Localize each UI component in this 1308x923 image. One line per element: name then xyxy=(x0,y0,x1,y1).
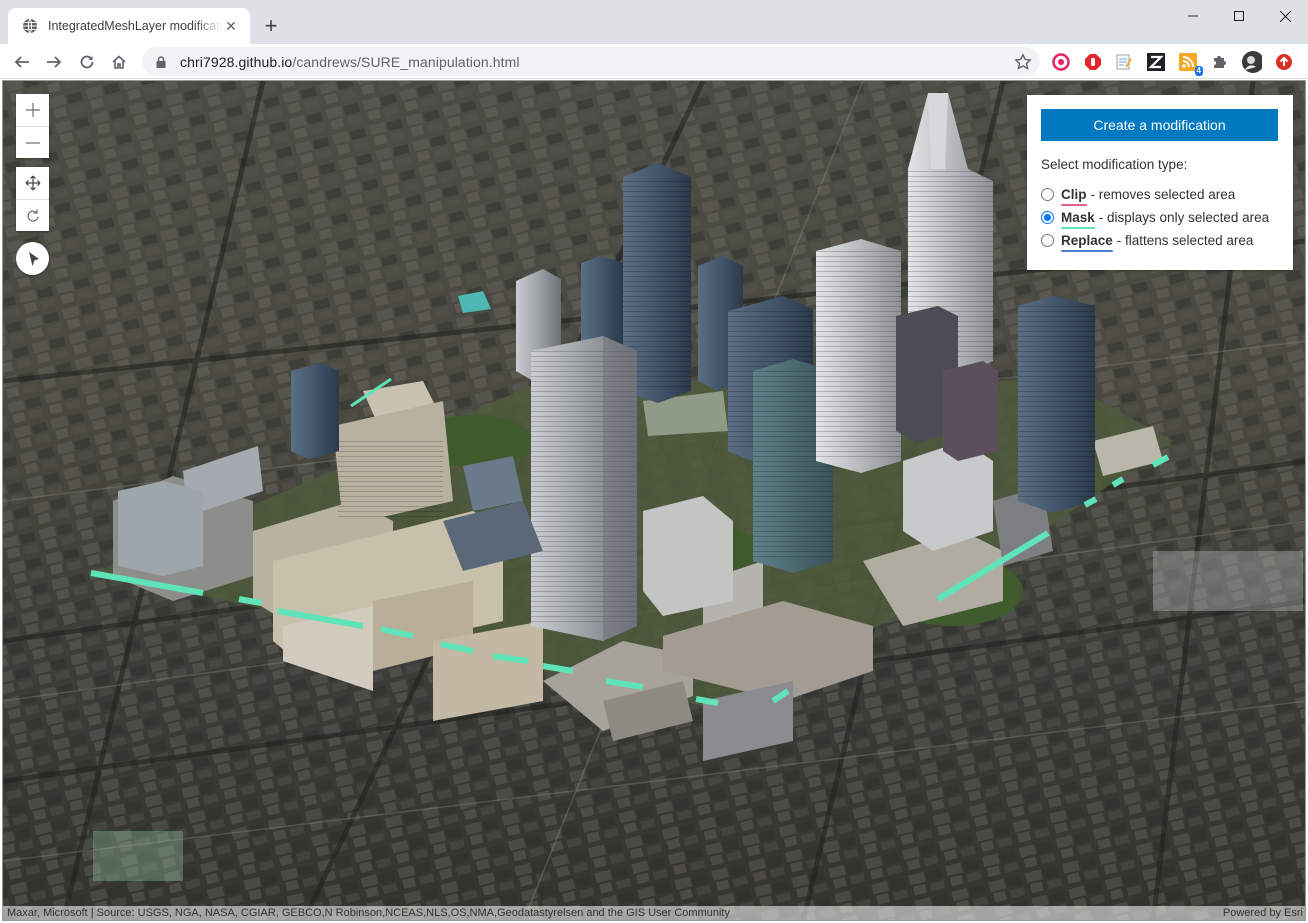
rss-icon[interactable]: 4 xyxy=(1178,52,1203,76)
reload-icon[interactable] xyxy=(73,48,101,76)
extension-badge: 4 xyxy=(1194,66,1203,76)
puzzle-extensions-icon[interactable] xyxy=(1210,52,1230,72)
pan-button[interactable] xyxy=(16,167,49,199)
create-modification-button[interactable]: Create a modification xyxy=(1041,109,1278,141)
minus-icon xyxy=(25,141,40,144)
replace-name: Replace xyxy=(1061,232,1113,248)
clip-name: Clip xyxy=(1061,186,1087,202)
profile-avatar-icon[interactable] xyxy=(1242,51,1262,73)
window-controls xyxy=(1170,0,1308,32)
replace-description: - flattens selected area xyxy=(1116,233,1254,248)
option-mask[interactable]: Mask - displays only selected area xyxy=(1041,206,1279,229)
modification-type-options: Clip - removes selected area Mask - disp… xyxy=(1041,183,1279,252)
zoom-out-button[interactable] xyxy=(16,126,49,158)
select-type-label: Select modification type: xyxy=(1041,157,1188,172)
replace-underline xyxy=(1061,249,1113,252)
modification-panel: Create a modification Select modificatio… xyxy=(1027,95,1293,270)
pan-arrows-icon xyxy=(25,175,40,191)
scene-view[interactable]: Create a modification Select modificatio… xyxy=(2,80,1306,921)
rotate-icon xyxy=(27,209,39,222)
adblock-icon[interactable] xyxy=(1083,52,1103,72)
replace-label: Replace xyxy=(1061,232,1113,252)
mask-description: - displays only selected area xyxy=(1098,210,1270,225)
zoom-in-button[interactable] xyxy=(16,94,49,126)
clip-radio[interactable] xyxy=(1041,188,1054,201)
new-tab-icon[interactable]: + xyxy=(259,14,283,38)
address-bar[interactable]: chri7928.github.io/candrews/SURE_manipul… xyxy=(142,47,1040,76)
tab-title: IntegratedMeshLayer modification xyxy=(48,19,222,33)
mask-underline xyxy=(1061,226,1095,229)
navigation-toggle xyxy=(16,167,49,231)
tab-strip: IntegratedMeshLayer modification ✕ + xyxy=(0,0,1308,44)
update-icon[interactable] xyxy=(1274,52,1294,72)
minimize-icon[interactable] xyxy=(1170,0,1216,32)
zoom-controls xyxy=(16,94,49,158)
option-replace[interactable]: Replace - flattens selected area xyxy=(1041,229,1279,252)
rotate-button[interactable] xyxy=(16,199,49,231)
forward-icon[interactable] xyxy=(40,48,68,76)
back-icon[interactable] xyxy=(8,48,36,76)
plus-icon xyxy=(25,103,40,117)
home-icon[interactable] xyxy=(105,48,133,76)
mask-label: Mask xyxy=(1061,209,1095,229)
attribution-bar: Maxar, Microsoft | Source: USGS, NGA, NA… xyxy=(3,906,1305,920)
clip-underline xyxy=(1061,203,1087,206)
attribution-sources[interactable]: Maxar, Microsoft | Source: USGS, NGA, NA… xyxy=(7,907,730,919)
maximize-icon[interactable] xyxy=(1216,0,1262,32)
url-host: chri7928.github.io xyxy=(180,53,293,70)
mask-radio[interactable] xyxy=(1041,211,1054,224)
browser-toolbar: chri7928.github.io/candrews/SURE_manipul… xyxy=(0,44,1308,79)
extension-circle-icon[interactable] xyxy=(1051,52,1071,72)
url-text: chri7928.github.io/candrews/SURE_manipul… xyxy=(180,54,520,70)
close-window-icon[interactable] xyxy=(1262,0,1308,32)
option-clip[interactable]: Clip - removes selected area xyxy=(1041,183,1279,206)
z-extension-icon[interactable] xyxy=(1146,52,1166,72)
lock-icon[interactable] xyxy=(154,55,168,69)
compass-icon xyxy=(28,251,39,266)
close-tab-icon[interactable]: ✕ xyxy=(222,17,240,35)
url-path: /candrews/SURE_manipulation.html xyxy=(292,53,520,70)
compass-button[interactable] xyxy=(16,242,49,275)
replace-radio[interactable] xyxy=(1041,234,1054,247)
mask-name: Mask xyxy=(1061,209,1095,225)
powered-by[interactable]: Powered by Esri xyxy=(1223,907,1303,919)
browser-tab[interactable]: IntegratedMeshLayer modification ✕ xyxy=(8,8,250,44)
clip-description: - removes selected area xyxy=(1090,187,1236,202)
globe-icon xyxy=(22,18,38,34)
notes-icon[interactable] xyxy=(1114,52,1134,72)
clip-label: Clip xyxy=(1061,186,1087,206)
bookmark-star-icon[interactable] xyxy=(1014,53,1032,71)
